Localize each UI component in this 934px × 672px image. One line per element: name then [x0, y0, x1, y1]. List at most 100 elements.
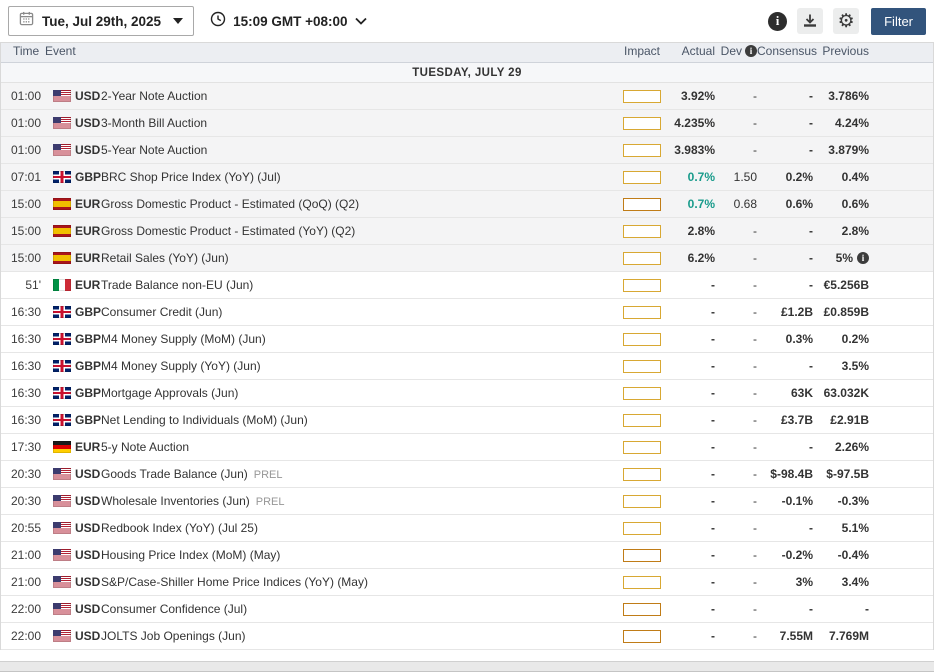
current-time: 15:09 GMT +08:00 — [233, 14, 347, 29]
event-row[interactable]: 16:30 GBP Mortgage Approvals (Jun) - - 6… — [1, 380, 933, 407]
event-row[interactable]: 01:00 USD 2-Year Note Auction 3.92% - - … — [1, 83, 933, 110]
currency-label: USD — [75, 494, 100, 508]
event-time: 07:01 — [1, 170, 43, 184]
event-row[interactable]: 21:00 USD S&P/Case-Shiller Home Price In… — [1, 569, 933, 596]
event-row[interactable]: 15:00 EUR Gross Domestic Product - Estim… — [1, 218, 933, 245]
previous-value: 0.2% — [842, 332, 869, 346]
dev-header-label: Dev — [721, 44, 742, 58]
event-row[interactable]: 01:00 USD 5-Year Note Auction 3.983% - -… — [1, 137, 933, 164]
timezone-selector[interactable]: 15:09 GMT +08:00 — [210, 11, 366, 32]
consensus-value: 3% — [757, 575, 813, 589]
event-time: 16:30 — [1, 359, 43, 373]
dev-value: - — [715, 89, 757, 103]
flag-it-icon — [53, 279, 71, 291]
event-row[interactable]: 15:00 EUR Gross Domestic Product - Estim… — [1, 191, 933, 218]
currency-label: USD — [75, 602, 100, 616]
dev-value: 0.68 — [715, 197, 757, 211]
previous-value: 2.26% — [835, 440, 869, 454]
event-name: 3-Month Bill Auction — [101, 116, 207, 130]
dev-value: - — [715, 224, 757, 238]
currency-label: EUR — [75, 197, 100, 211]
event-row[interactable]: 07:01 GBP BRC Shop Price Index (YoY) (Ju… — [1, 164, 933, 191]
event-name: Redbook Index (YoY) (Jul 25) — [101, 521, 258, 535]
event-row[interactable]: 16:30 GBP M4 Money Supply (YoY) (Jun) - … — [1, 353, 933, 380]
event-row[interactable]: 15:00 EUR Retail Sales (YoY) (Jun) 6.2% … — [1, 245, 933, 272]
impact-bar — [623, 144, 661, 157]
consensus-value: 0.3% — [757, 332, 813, 346]
event-time: 20:55 — [1, 521, 43, 535]
event-time: 21:00 — [1, 575, 43, 589]
consensus-value: -0.2% — [757, 548, 813, 562]
event-row[interactable]: 20:55 USD Redbook Index (YoY) (Jul 25) -… — [1, 515, 933, 542]
impact-bar — [623, 576, 661, 589]
day-separator: TUESDAY, JULY 29 — [1, 63, 933, 83]
event-name: Wholesale Inventories (Jun) — [101, 494, 250, 508]
previous-value: 0.4% — [842, 170, 869, 184]
dev-value: - — [715, 467, 757, 481]
currency-label: USD — [75, 575, 100, 589]
event-rows: 01:00 USD 2-Year Note Auction 3.92% - - … — [1, 83, 933, 650]
event-row[interactable]: 21:00 USD Housing Price Index (MoM) (May… — [1, 542, 933, 569]
actual-value: - — [665, 575, 715, 589]
flag-es-icon — [53, 252, 71, 264]
event-time: 20:30 — [1, 467, 43, 481]
flag-us-icon — [53, 144, 71, 156]
actual-value: - — [665, 494, 715, 508]
flag-gb-icon — [53, 306, 71, 318]
gear-icon[interactable]: ⚙ — [833, 8, 859, 34]
flag-us-icon — [53, 90, 71, 102]
dev-info-icon[interactable]: i — [745, 45, 757, 57]
clock-icon — [210, 11, 226, 32]
dev-value: - — [715, 332, 757, 346]
actual-value: - — [665, 602, 715, 616]
selected-date: Tue, Jul 29th, 2025 — [42, 14, 161, 29]
event-row[interactable]: 16:30 GBP M4 Money Supply (MoM) (Jun) - … — [1, 326, 933, 353]
event-row[interactable]: 16:30 GBP Consumer Credit (Jun) - - £1.2… — [1, 299, 933, 326]
event-name: 5-Year Note Auction — [101, 143, 207, 157]
event-name: Gross Domestic Product - Estimated (QoQ)… — [101, 197, 359, 211]
consensus-value: £3.7B — [757, 413, 813, 427]
date-picker[interactable]: Tue, Jul 29th, 2025 — [8, 6, 194, 36]
consensus-value: - — [757, 89, 813, 103]
event-row[interactable]: 51' EUR Trade Balance non-EU (Jun) - - -… — [1, 272, 933, 299]
consensus-value: - — [757, 440, 813, 454]
event-row[interactable]: 22:00 USD JOLTS Job Openings (Jun) - - 7… — [1, 623, 933, 650]
dev-value: - — [715, 251, 757, 265]
event-time: 22:00 — [1, 629, 43, 643]
previous-value: €5.256B — [824, 278, 869, 292]
flag-gb-icon — [53, 414, 71, 426]
download-icon[interactable] — [797, 8, 823, 34]
event-time: 17:30 — [1, 440, 43, 454]
event-row[interactable]: 16:30 GBP Net Lending to Individuals (Mo… — [1, 407, 933, 434]
event-time: 15:00 — [1, 197, 43, 211]
event-name: Retail Sales (YoY) (Jun) — [101, 251, 229, 265]
previous-value: 5.1% — [842, 521, 869, 535]
event-name: Net Lending to Individuals (MoM) (Jun) — [101, 413, 308, 427]
previous-info-icon[interactable]: i — [857, 252, 869, 264]
consensus-value: - — [757, 602, 813, 616]
impact-bar — [623, 603, 661, 616]
event-row[interactable]: 20:30 USD Wholesale Inventories (Jun) PR… — [1, 488, 933, 515]
event-row[interactable]: 22:00 USD Consumer Confidence (Jul) - - … — [1, 596, 933, 623]
event-time: 01:00 — [1, 143, 43, 157]
event-row[interactable]: 01:00 USD 3-Month Bill Auction 4.235% - … — [1, 110, 933, 137]
previous-value: - — [865, 602, 869, 616]
filter-button[interactable]: Filter — [871, 8, 926, 35]
currency-label: GBP — [75, 359, 101, 373]
dev-value: - — [715, 413, 757, 427]
info-icon[interactable]: i — [768, 12, 787, 31]
event-name: 5-y Note Auction — [101, 440, 189, 454]
column-header-consensus: Consensus — [757, 44, 813, 58]
event-name: M4 Money Supply (YoY) (Jun) — [101, 359, 261, 373]
previous-value: 3.786% — [828, 89, 869, 103]
impact-bar — [623, 90, 661, 103]
event-name: Consumer Credit (Jun) — [101, 305, 222, 319]
economic-calendar-app: Tue, Jul 29th, 2025 15:09 GMT +08:00 i — [0, 0, 934, 672]
consensus-value: 7.55M — [757, 629, 813, 643]
event-time: 21:00 — [1, 548, 43, 562]
actual-value: 2.8% — [665, 224, 715, 238]
event-row[interactable]: 20:30 USD Goods Trade Balance (Jun) PREL… — [1, 461, 933, 488]
dev-value: - — [715, 143, 757, 157]
flag-us-icon — [53, 495, 71, 507]
event-row[interactable]: 17:30 EUR 5-y Note Auction - - - 2.26% — [1, 434, 933, 461]
